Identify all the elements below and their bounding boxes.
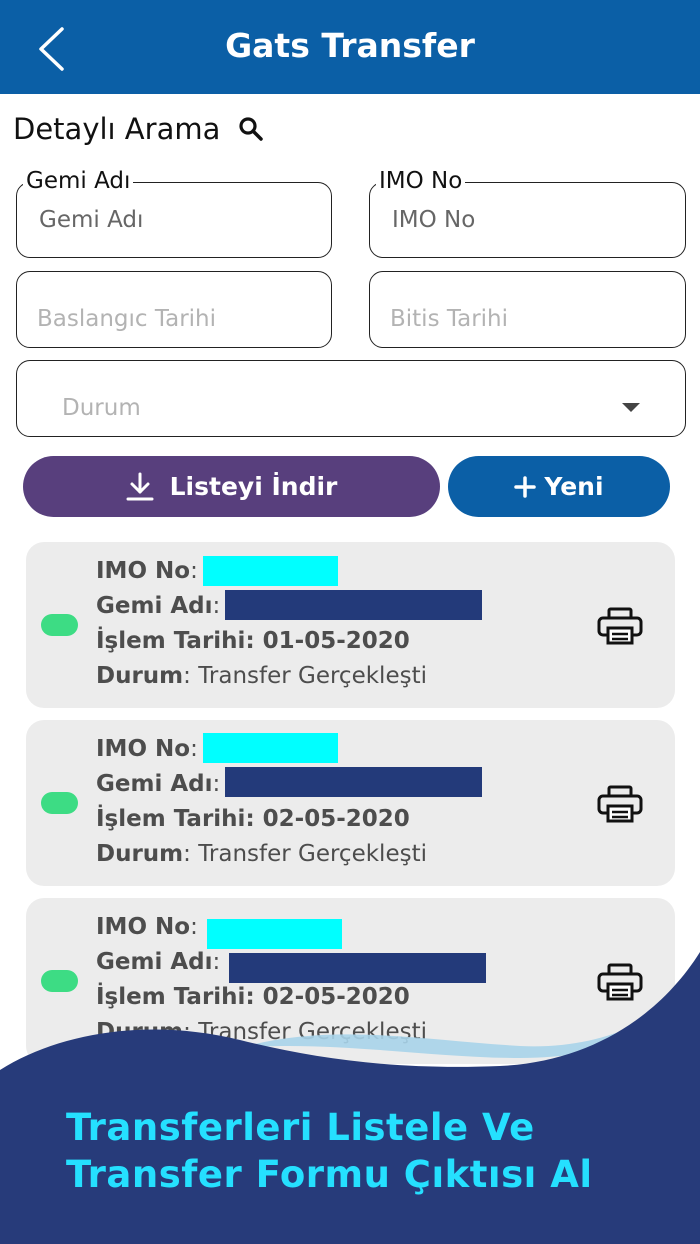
imo-line-label: IMO No — [96, 736, 191, 762]
download-list-button[interactable]: Listeyi İndir — [23, 456, 440, 517]
status-line-label: Durum — [96, 663, 184, 689]
printer-icon[interactable] — [597, 785, 643, 823]
ship-line: Gemi Adı: — [96, 593, 221, 619]
start-date-field[interactable] — [16, 271, 332, 348]
ship-name-input[interactable] — [17, 183, 331, 257]
redacted-imo — [203, 556, 338, 586]
ship-line-label: Gemi Adı — [96, 593, 213, 619]
imo-line: IMO No: — [96, 914, 198, 940]
imo-field[interactable]: IMO No — [369, 168, 686, 258]
redacted-imo — [203, 733, 338, 763]
detailed-search-header: Detaylı Arama — [13, 112, 264, 146]
download-list-label: Listeyi İndir — [169, 472, 338, 501]
end-date-field[interactable] — [369, 271, 686, 348]
new-label: Yeni — [544, 472, 604, 501]
ship-line-label: Gemi Adı — [96, 771, 213, 797]
date-line: İşlem Tarihi: 02-05-2020 — [96, 806, 410, 832]
transfer-card[interactable]: IMO No: Gemi Adı: İşlem Tarihi: 01-05-20… — [26, 542, 675, 708]
app-header: Gats Transfer — [0, 0, 700, 94]
status-indicator — [41, 614, 78, 636]
imo-line: IMO No: — [96, 736, 198, 762]
promo-wave-background — [0, 952, 700, 1244]
imo-line-label: IMO No — [96, 914, 191, 940]
status-line: Durum: Transfer Gerçekleşti — [96, 663, 427, 689]
redacted-ship-name — [225, 590, 482, 620]
transfer-card[interactable]: IMO No: Gemi Adı: İşlem Tarihi: 02-05-20… — [26, 720, 675, 886]
date-line: İşlem Tarihi: 01-05-2020 — [96, 628, 410, 654]
page-title: Gats Transfer — [225, 26, 475, 65]
ship-name-field[interactable]: Gemi Adı — [16, 168, 332, 258]
status-value: Transfer Gerçekleşti — [198, 841, 427, 867]
date-value: 02-05-2020 — [262, 806, 410, 832]
date-line-label: İşlem Tarihi — [96, 628, 246, 654]
download-icon — [126, 472, 154, 500]
imo-line: IMO No: — [96, 558, 198, 584]
imo-input[interactable] — [370, 183, 685, 257]
status-indicator — [41, 792, 78, 814]
promo-banner-text: Transferleri Listele Ve Transfer Formu Ç… — [66, 1104, 593, 1198]
search-icon[interactable] — [238, 116, 264, 142]
plus-icon — [514, 475, 537, 498]
redacted-ship-name — [225, 767, 482, 797]
start-date-input[interactable] — [17, 272, 331, 347]
ship-line: Gemi Adı: — [96, 771, 221, 797]
date-value: 01-05-2020 — [262, 628, 410, 654]
promo-line-1: Transferleri Listele Ve — [66, 1106, 535, 1149]
new-button[interactable]: Yeni — [448, 456, 670, 517]
dropdown-caret-icon — [622, 403, 640, 412]
detailed-search-title: Detaylı Arama — [13, 112, 221, 146]
end-date-input[interactable] — [370, 272, 685, 347]
date-line-label: İşlem Tarihi — [96, 806, 246, 832]
status-line: Durum: Transfer Gerçekleşti — [96, 841, 427, 867]
promo-line-2: Transfer Formu Çıktısı Al — [66, 1153, 593, 1196]
status-line-label: Durum — [96, 841, 184, 867]
printer-icon[interactable] — [597, 607, 643, 645]
imo-line-label: IMO No — [96, 558, 191, 584]
status-select-placeholder: Durum — [62, 395, 141, 421]
status-value: Transfer Gerçekleşti — [198, 663, 427, 689]
status-select[interactable]: Durum — [16, 360, 686, 437]
